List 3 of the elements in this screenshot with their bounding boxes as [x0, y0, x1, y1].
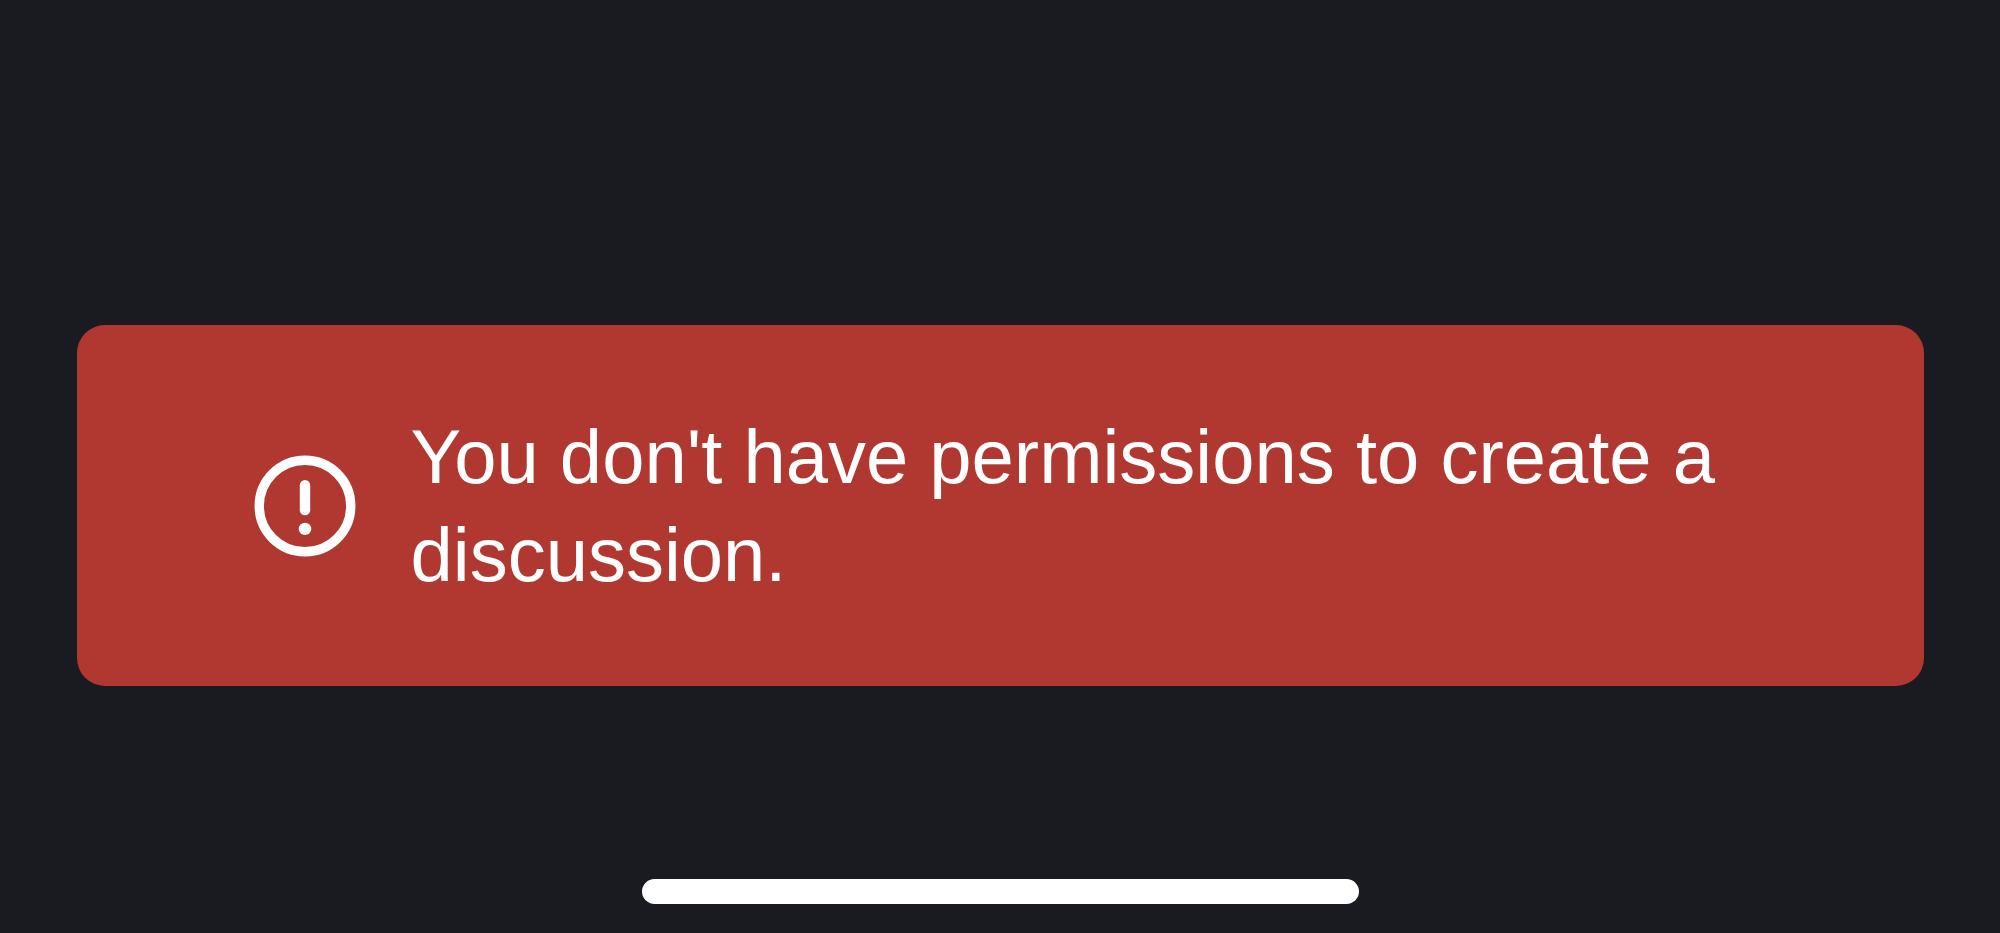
alert-icon [252, 453, 357, 558]
home-indicator[interactable] [641, 879, 1359, 904]
error-message: You don't have permissions to create a discussion. [410, 412, 1716, 599]
